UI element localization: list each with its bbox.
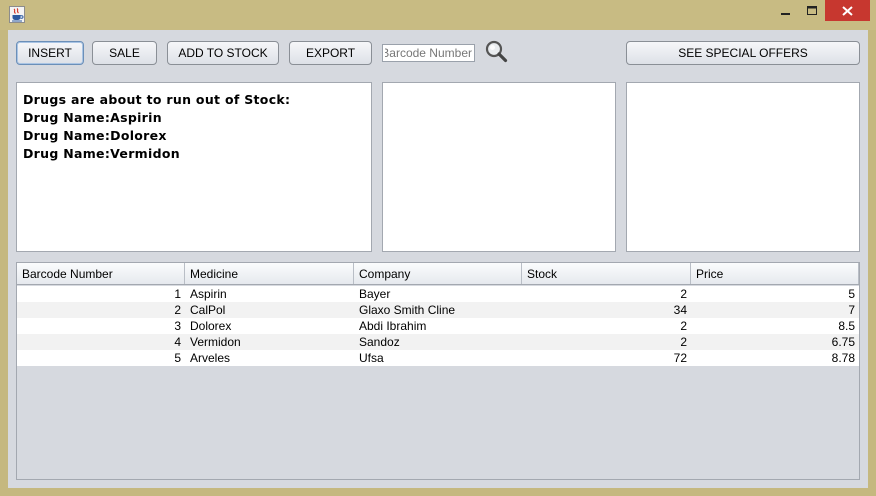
low-stock-item: Drug Name:Dolorex xyxy=(23,128,167,143)
price-cell: 7 xyxy=(848,303,855,317)
company-cell: Bayer xyxy=(359,287,391,301)
low-stock-item: Drug Name:Aspirin xyxy=(23,110,162,125)
main-window-content: INSERT SALE ADD TO STOCK EXPORT SEE SPEC… xyxy=(8,30,868,488)
low-stock-heading: Drugs are about to run out of Stock: xyxy=(23,92,291,107)
middle-info-panel xyxy=(382,82,616,252)
column-header-price[interactable]: Price xyxy=(691,263,859,284)
price-cell: 8.5 xyxy=(838,319,855,333)
close-button[interactable] xyxy=(825,0,870,21)
barcode-cell: 4 xyxy=(174,335,181,349)
search-button[interactable] xyxy=(484,39,508,63)
title-bar[interactable] xyxy=(0,0,876,30)
export-button[interactable]: EXPORT xyxy=(289,41,372,65)
close-icon xyxy=(842,5,853,16)
medicine-cell: Arveles xyxy=(190,351,231,365)
minimize-icon xyxy=(781,12,790,15)
maximize-icon xyxy=(806,5,817,15)
medicine-table[interactable]: Barcode Number Medicine Company Stock Pr… xyxy=(16,262,860,480)
column-header-barcode[interactable]: Barcode Number xyxy=(17,263,185,284)
barcode-cell: 5 xyxy=(174,351,181,365)
price-cell: 5 xyxy=(848,287,855,301)
stock-cell: 72 xyxy=(673,351,687,365)
table-body: 1 Aspirin Bayer 2 5 2 CalPol Glaxo Smith… xyxy=(17,286,859,366)
company-cell: Glaxo Smith Cline xyxy=(359,303,456,317)
medicine-cell: Aspirin xyxy=(190,287,227,301)
barcode-cell: 1 xyxy=(174,287,181,301)
stock-cell: 2 xyxy=(680,335,687,349)
stock-cell: 34 xyxy=(673,303,687,317)
price-cell: 8.78 xyxy=(831,351,855,365)
add-to-stock-button[interactable]: ADD TO STOCK xyxy=(167,41,279,65)
low-stock-alert-panel: Drugs are about to run out of Stock: Dru… xyxy=(16,82,372,252)
table-row[interactable]: 3 Dolorex Abdi Ibrahim 2 8.5 xyxy=(17,318,859,334)
barcode-search-input[interactable] xyxy=(382,44,475,62)
stock-cell: 2 xyxy=(680,319,687,333)
barcode-cell: 3 xyxy=(174,319,181,333)
column-header-stock[interactable]: Stock xyxy=(522,263,691,284)
maximize-button[interactable] xyxy=(799,0,825,21)
table-row[interactable]: 2 CalPol Glaxo Smith Cline 34 7 xyxy=(17,302,859,318)
barcode-cell: 2 xyxy=(174,303,181,317)
company-cell: Sandoz xyxy=(359,335,400,349)
column-header-company[interactable]: Company xyxy=(354,263,522,284)
medicine-cell: CalPol xyxy=(190,303,226,317)
insert-button[interactable]: INSERT xyxy=(16,41,84,65)
company-cell: Abdi Ibrahim xyxy=(359,319,427,333)
table-header: Barcode Number Medicine Company Stock Pr… xyxy=(17,263,859,285)
special-offers-panel xyxy=(626,82,860,252)
java-coffee-cup-icon xyxy=(9,6,25,23)
magnifier-icon xyxy=(485,40,508,63)
table-row[interactable]: 5 Arveles Ufsa 72 8.78 xyxy=(17,350,859,366)
table-row[interactable]: 1 Aspirin Bayer 2 5 xyxy=(17,286,859,302)
table-row[interactable]: 4 Vermidon Sandoz 2 6.75 xyxy=(17,334,859,350)
medicine-cell: Dolorex xyxy=(190,319,232,333)
stock-cell: 2 xyxy=(680,287,687,301)
see-special-offers-button[interactable]: SEE SPECIAL OFFERS xyxy=(626,41,860,65)
sale-button[interactable]: SALE xyxy=(92,41,157,65)
minimize-button[interactable] xyxy=(773,0,799,21)
price-cell: 6.75 xyxy=(831,335,855,349)
company-cell: Ufsa xyxy=(359,351,384,365)
low-stock-item: Drug Name:Vermidon xyxy=(23,146,180,161)
medicine-cell: Vermidon xyxy=(190,335,241,349)
column-header-medicine[interactable]: Medicine xyxy=(185,263,354,284)
